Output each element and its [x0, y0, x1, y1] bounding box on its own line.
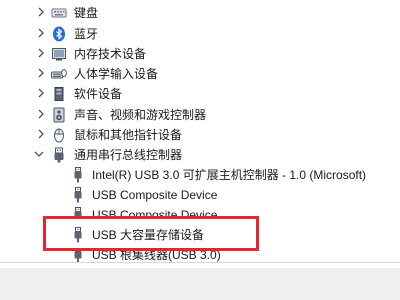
chevron-down-icon[interactable]	[34, 149, 44, 159]
chevron-right-icon[interactable]	[36, 109, 46, 119]
mouse-icon	[54, 128, 64, 143]
tree-item-label: 声音、视频和游戏控制器	[74, 108, 207, 122]
tree-item-sound-video-game-controllers[interactable]: 声音、视频和游戏控制器	[0, 104, 400, 126]
chevron-right-icon[interactable]	[36, 28, 46, 38]
tree-item-keyboard[interactable]: 键盘	[0, 2, 400, 24]
tree-item-label: 键盘	[74, 6, 99, 20]
usb-plug-icon	[74, 250, 82, 262]
divider	[0, 262, 400, 263]
tree-item-software-devices[interactable]: 软件设备	[0, 83, 400, 105]
usb-plug-icon	[74, 187, 82, 203]
usb-controller-icon	[54, 147, 64, 163]
usb-plug-icon	[74, 167, 82, 183]
chevron-right-icon[interactable]	[36, 68, 46, 78]
keyboard-icon	[51, 8, 67, 18]
tree-item-bluetooth[interactable]: 蓝牙	[0, 23, 400, 45]
usb-device-item[interactable]: USB Composite Device	[0, 184, 400, 206]
hid-icon	[51, 69, 67, 79]
usb-device-label: Intel(R) USB 3.0 可扩展主机控制器 - 1.0 (Microso…	[92, 168, 367, 182]
tree-item-usb-controllers[interactable]: 通用串行总线控制器	[0, 144, 400, 166]
usb-device-label: USB 根集线器(USB 3.0)	[92, 250, 221, 262]
chevron-right-icon[interactable]	[36, 88, 46, 98]
tree-item-memory-technology-devices[interactable]: 内存技术设备	[0, 43, 400, 65]
bluetooth-icon	[53, 26, 65, 42]
tree-item-label: 蓝牙	[74, 27, 99, 41]
tree-item-human-interface-devices[interactable]: 人体学输入设备	[0, 63, 400, 85]
chevron-right-icon[interactable]	[36, 129, 46, 139]
status-bar	[0, 268, 400, 300]
chevron-right-icon[interactable]	[36, 7, 46, 17]
tree-item-label: 鼠标和其他指针设备	[74, 128, 183, 142]
tree-item-label: 通用串行总线控制器	[74, 148, 183, 162]
device-manager-tree: 键盘 蓝牙 内存技术设备 人体学输入设备 软件设备 声音、视频和游戏控制器 鼠标…	[0, 0, 400, 300]
usb-device-item[interactable]: Intel(R) USB 3.0 可扩展主机控制器 - 1.0 (Microso…	[0, 164, 400, 186]
software-device-icon	[54, 87, 64, 101]
speaker-icon	[53, 107, 65, 123]
usb-device-item[interactable]: USB 根集线器(USB 3.0)	[0, 250, 400, 262]
chevron-right-icon[interactable]	[36, 48, 46, 58]
memory-device-icon	[52, 48, 66, 61]
highlight-annotation-box	[43, 216, 259, 251]
usb-device-label: USB Composite Device	[92, 188, 218, 202]
tree-item-label: 软件设备	[74, 87, 123, 101]
tree-item-mice-pointing-devices[interactable]: 鼠标和其他指针设备	[0, 124, 400, 146]
tree-item-label: 人体学输入设备	[74, 67, 159, 81]
tree-item-label: 内存技术设备	[74, 47, 147, 61]
